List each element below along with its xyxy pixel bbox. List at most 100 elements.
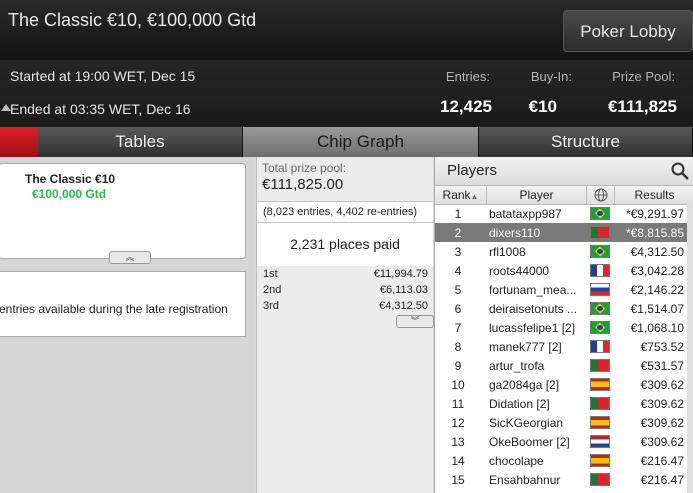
entries-value: 12,425	[440, 97, 492, 116]
player-row[interactable]: 15 Ensahbahnur €216.47	[435, 470, 687, 489]
player-rank: 6	[454, 302, 462, 316]
search-icon[interactable]	[670, 161, 690, 181]
tab-chip-graph[interactable]: Chip Graph	[243, 127, 479, 157]
card-tournament-name: The Classic €10	[25, 172, 116, 186]
player-rank: 5	[454, 283, 462, 297]
tab-bar: Tables Chip Graph Structure	[0, 127, 693, 157]
player-result: €1,514.07	[630, 302, 684, 316]
pt-flag-icon	[590, 359, 610, 372]
column-player[interactable]: Player	[487, 186, 587, 204]
title-bar: The Classic €10, €100,000 Gtd Poker Lobb…	[0, 0, 693, 60]
player-row[interactable]: 13 OkeBoomer [2] €309.62	[435, 432, 687, 451]
es-flag-icon	[590, 378, 610, 391]
card-guarantee: €100,000 Gtd	[32, 187, 107, 201]
registration-note: entries available during the late regist…	[0, 302, 228, 316]
player-row[interactable]: 1 batataxpp987 *€9,291.97	[435, 204, 687, 223]
buyin-label: Buy-In:	[530, 69, 572, 84]
tournament-card[interactable]: The Classic €10 €100,000 Gtd ︽	[0, 163, 246, 264]
start-time: Started at 19:00 WET, Dec 15	[10, 68, 196, 84]
player-rank: 15	[451, 473, 465, 487]
player-rank: 12	[451, 416, 465, 430]
expand-payouts-button[interactable]: ︾	[396, 315, 434, 328]
br-flag-icon	[590, 321, 610, 334]
payout-place: 2nd	[263, 284, 282, 296]
registration-note-box: entries available during the late regist…	[0, 271, 246, 337]
player-row[interactable]: 5 fortunam_mea... €2,146.22	[435, 280, 687, 299]
es-flag-icon	[590, 454, 610, 467]
player-row[interactable]: 7 lucassfelipe1 [2] €1,068.10	[435, 318, 687, 337]
player-row[interactable]: 6 deiraisetonuts ... €1,514.07	[435, 299, 687, 318]
player-row[interactable]: 8 manek777 [2] €753.52	[435, 337, 687, 356]
places-paid: 2,231 places paid	[257, 223, 433, 266]
entries-label: Entries:	[445, 69, 490, 84]
collapse-button[interactable]: ︽	[109, 251, 151, 264]
pt-flag-icon	[590, 397, 610, 410]
payout-amount: €11,994.79	[373, 268, 428, 280]
tab-tables[interactable]: Tables	[38, 127, 243, 157]
payout-place: 1st	[263, 268, 278, 280]
player-rank: 3	[454, 245, 462, 259]
player-rank: 1	[454, 207, 462, 221]
tab-structure[interactable]: Structure	[479, 127, 693, 157]
ru-flag-icon	[590, 283, 610, 296]
prize-pool-label: Prize Pool:	[612, 69, 675, 84]
player-row[interactable]: 2 dixers110 *€8,815.85	[435, 223, 687, 242]
nl-flag-icon	[590, 435, 610, 448]
player-result: €3,042.28	[630, 264, 684, 278]
column-country[interactable]	[587, 186, 615, 204]
player-rank: 13	[451, 435, 465, 449]
column-rank-label: Rank	[442, 188, 471, 202]
tournament-summary-panel: The Classic €10 €100,000 Gtd ︽ entries a…	[0, 157, 254, 493]
globe-icon	[594, 188, 607, 202]
players-title: Players	[435, 157, 693, 185]
fr-flag-icon	[590, 264, 610, 277]
end-time: Ended at 03:35 WET, Dec 16	[10, 101, 191, 117]
tournament-info-bar: Started at 19:00 WET, Dec 15 Ended at 03…	[0, 60, 693, 127]
entries-breakdown: (8,023 entries, 4,402 re-entries)	[257, 201, 433, 223]
br-flag-icon	[590, 245, 610, 258]
player-row[interactable]: 9 artur_trofa €531.57	[435, 356, 687, 375]
sort-ascending-icon: ▲	[470, 192, 479, 201]
pt-flag-icon	[590, 473, 610, 486]
player-row[interactable]: 11 Didation [2] €309.62	[435, 394, 687, 413]
total-prize-pool-label: Total prize pool:	[262, 161, 347, 175]
players-panel: Players Rank▲ Player Results 1 batataxpp9…	[434, 157, 693, 493]
fr-flag-icon	[590, 340, 610, 353]
payout-place: 3rd	[263, 300, 279, 312]
player-result: €2,146.22	[630, 283, 684, 297]
player-result: €216.47	[640, 473, 684, 487]
player-row[interactable]: 10 ga2084ga [2] €309.62	[435, 375, 687, 394]
player-rank: 14	[451, 454, 465, 468]
players-column-header: Rank▲ Player Results	[435, 185, 693, 205]
player-result: €309.62	[640, 416, 684, 430]
payout-row: 2nd €6,113.03	[257, 282, 433, 298]
payout-amount: €4,312.50	[379, 300, 428, 312]
player-result: €309.62	[640, 435, 684, 449]
player-rank: 7	[454, 321, 462, 335]
prize-pool-value: €111,825	[607, 97, 677, 116]
payout-row: 3rd €4,312.50	[257, 298, 433, 314]
player-row[interactable]: 14 chocolape €216.47	[435, 451, 687, 470]
player-row[interactable]: 12 SicKGeorgian €309.62	[435, 413, 687, 432]
br-flag-icon	[590, 302, 610, 315]
player-rank: 8	[454, 340, 462, 354]
player-row[interactable]: 4 roots44000 €3,042.28	[435, 261, 687, 280]
tournament-title: The Classic €10, €100,000 Gtd	[8, 10, 257, 30]
player-row[interactable]: 3 rfl1008 €4,312.50	[435, 242, 687, 261]
player-rank: 11	[451, 397, 465, 411]
player-rank: 9	[454, 359, 462, 373]
poker-lobby-button[interactable]: Poker Lobby	[563, 10, 693, 52]
player-result: €309.62	[640, 378, 684, 392]
column-results[interactable]: Results	[615, 186, 693, 204]
tab-active-marker[interactable]	[0, 127, 38, 157]
br-flag-icon	[590, 207, 610, 220]
buyin-value: €10	[528, 97, 557, 116]
player-result: €531.57	[640, 359, 684, 373]
players-scrollbar[interactable]	[687, 203, 693, 493]
player-rank: 4	[454, 264, 462, 278]
column-rank[interactable]: Rank▲	[435, 186, 487, 204]
payout-row: 1st €11,994.79	[257, 266, 433, 282]
total-prize-pool-value: €111,825.00	[262, 176, 344, 193]
player-result: €1,068.10	[630, 321, 684, 335]
prize-panel: Total prize pool: €111,825.00 (8,023 ent…	[256, 157, 434, 493]
